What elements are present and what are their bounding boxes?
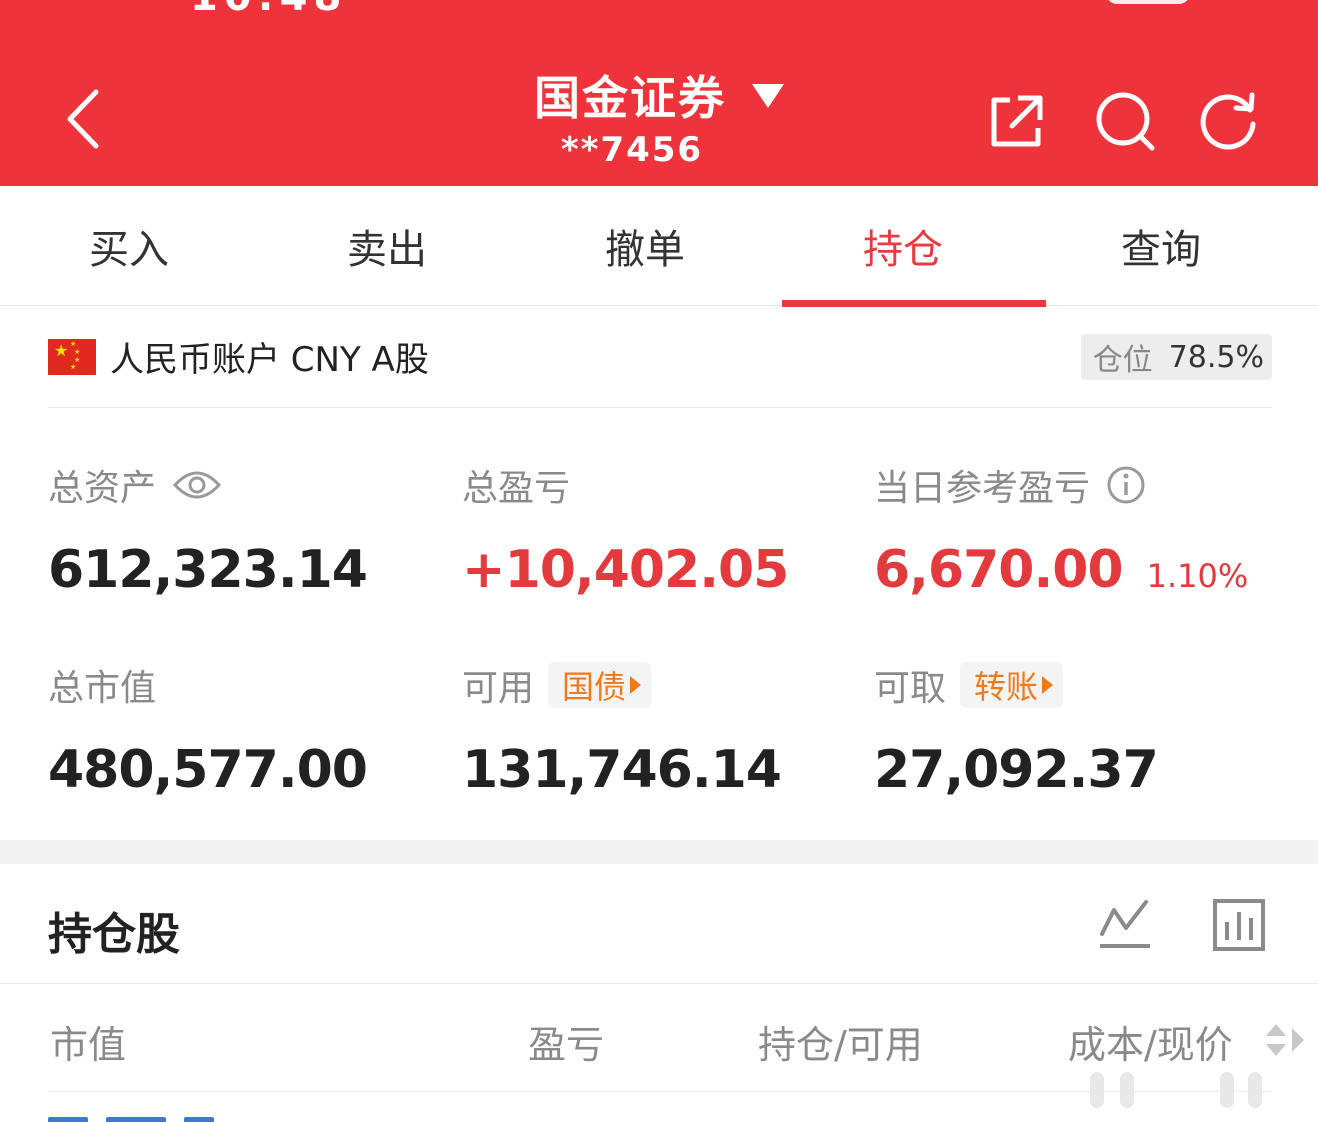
tab-cancel-order[interactable]: 撤单 [516,186,774,306]
tab-positions[interactable]: 持仓 [774,186,1046,307]
total-assets-label: 总资产 [48,468,157,509]
app-header: 10:48 国金证券 **7456 [0,0,1318,186]
withdrawable-cell: 可取 转账 27,092.37 [874,660,1159,800]
line-chart-icon[interactable] [1098,898,1152,952]
total-pnl-value: +10,402.05 [462,540,789,600]
transfer-button[interactable]: 转账 [960,662,1064,708]
position-label: 仓位 [1092,343,1153,378]
column-position-available[interactable]: 持仓/可用 [758,1014,923,1069]
scroll-indicator-icon [1090,1072,1262,1108]
available-label: 可用 [462,668,535,709]
tab-buy[interactable]: 买入 [0,186,258,306]
total-assets-cell: 总资产 612,323.14 [48,460,368,600]
status-time: 10:48 [190,0,347,20]
search-icon[interactable] [1094,90,1156,152]
daily-pnl-percent: 1.10% [1146,557,1249,595]
total-assets-value: 612,323.14 [48,540,368,600]
column-market-value[interactable]: 市值 [50,1014,126,1069]
position-value: 78.5% [1168,339,1264,375]
china-flag-icon: ★ ★ ★ ★ ★ [48,338,96,375]
first-holding-row-peek [48,1112,248,1122]
arrow-right-icon [630,676,642,694]
tab-query[interactable]: 查询 [1032,186,1290,306]
arrow-right-icon [1042,676,1054,694]
withdrawable-label: 可取 [874,668,947,709]
bar-chart-icon[interactable] [1212,898,1266,952]
treasury-bond-button[interactable]: 国债 [548,662,652,708]
sort-toggle-icon[interactable] [1262,1018,1306,1062]
back-icon[interactable] [60,86,110,152]
tab-sell[interactable]: 卖出 [258,186,516,306]
account-number: **7456 [560,130,704,170]
daily-pnl-label: 当日参考盈亏 [874,468,1091,509]
page-title: 国金证券 [534,71,726,125]
total-pnl-label: 总盈亏 [462,468,571,509]
eye-icon[interactable] [172,467,222,503]
battery-indicator [1106,0,1190,4]
account-row: ★ ★ ★ ★ ★ 人民币账户 CNY A股 仓位 78.5% [48,306,1272,408]
position-ratio-badge: 仓位 78.5% [1080,334,1272,380]
market-value-cell: 总市值 480,577.00 [48,660,368,800]
dropdown-caret-icon [752,84,784,108]
market-value-value: 480,577.00 [48,740,368,800]
daily-pnl-cell: 当日参考盈亏 6,670.00 1.10% [874,460,1248,600]
available-value: 131,746.14 [462,740,782,800]
section-divider [0,840,1318,864]
column-pnl[interactable]: 盈亏 [528,1014,604,1069]
holdings-title: 持仓股 [48,909,180,960]
treasury-bond-label: 国债 [562,668,627,706]
daily-pnl-value: 6,670.00 [874,540,1124,600]
info-icon[interactable] [1106,465,1146,505]
broker-selector[interactable]: 国金证券 **7456 [480,62,840,170]
holdings-header: 持仓股 [0,864,1318,984]
account-currency-label: 人民币账户 CNY A股 [110,340,429,380]
column-cost-price[interactable]: 成本/现价 [1068,1014,1233,1069]
trade-tabs: 买入 卖出 撤单 持仓 查询 [0,186,1318,307]
transfer-label: 转账 [974,668,1039,706]
refresh-icon[interactable] [1198,90,1260,152]
market-value-label: 总市值 [48,668,157,709]
available-cell: 可用 国债 131,746.14 [462,660,782,800]
share-icon[interactable] [984,90,1046,152]
total-pnl-cell: 总盈亏 +10,402.05 [462,460,789,600]
withdrawable-value: 27,092.37 [874,740,1159,800]
